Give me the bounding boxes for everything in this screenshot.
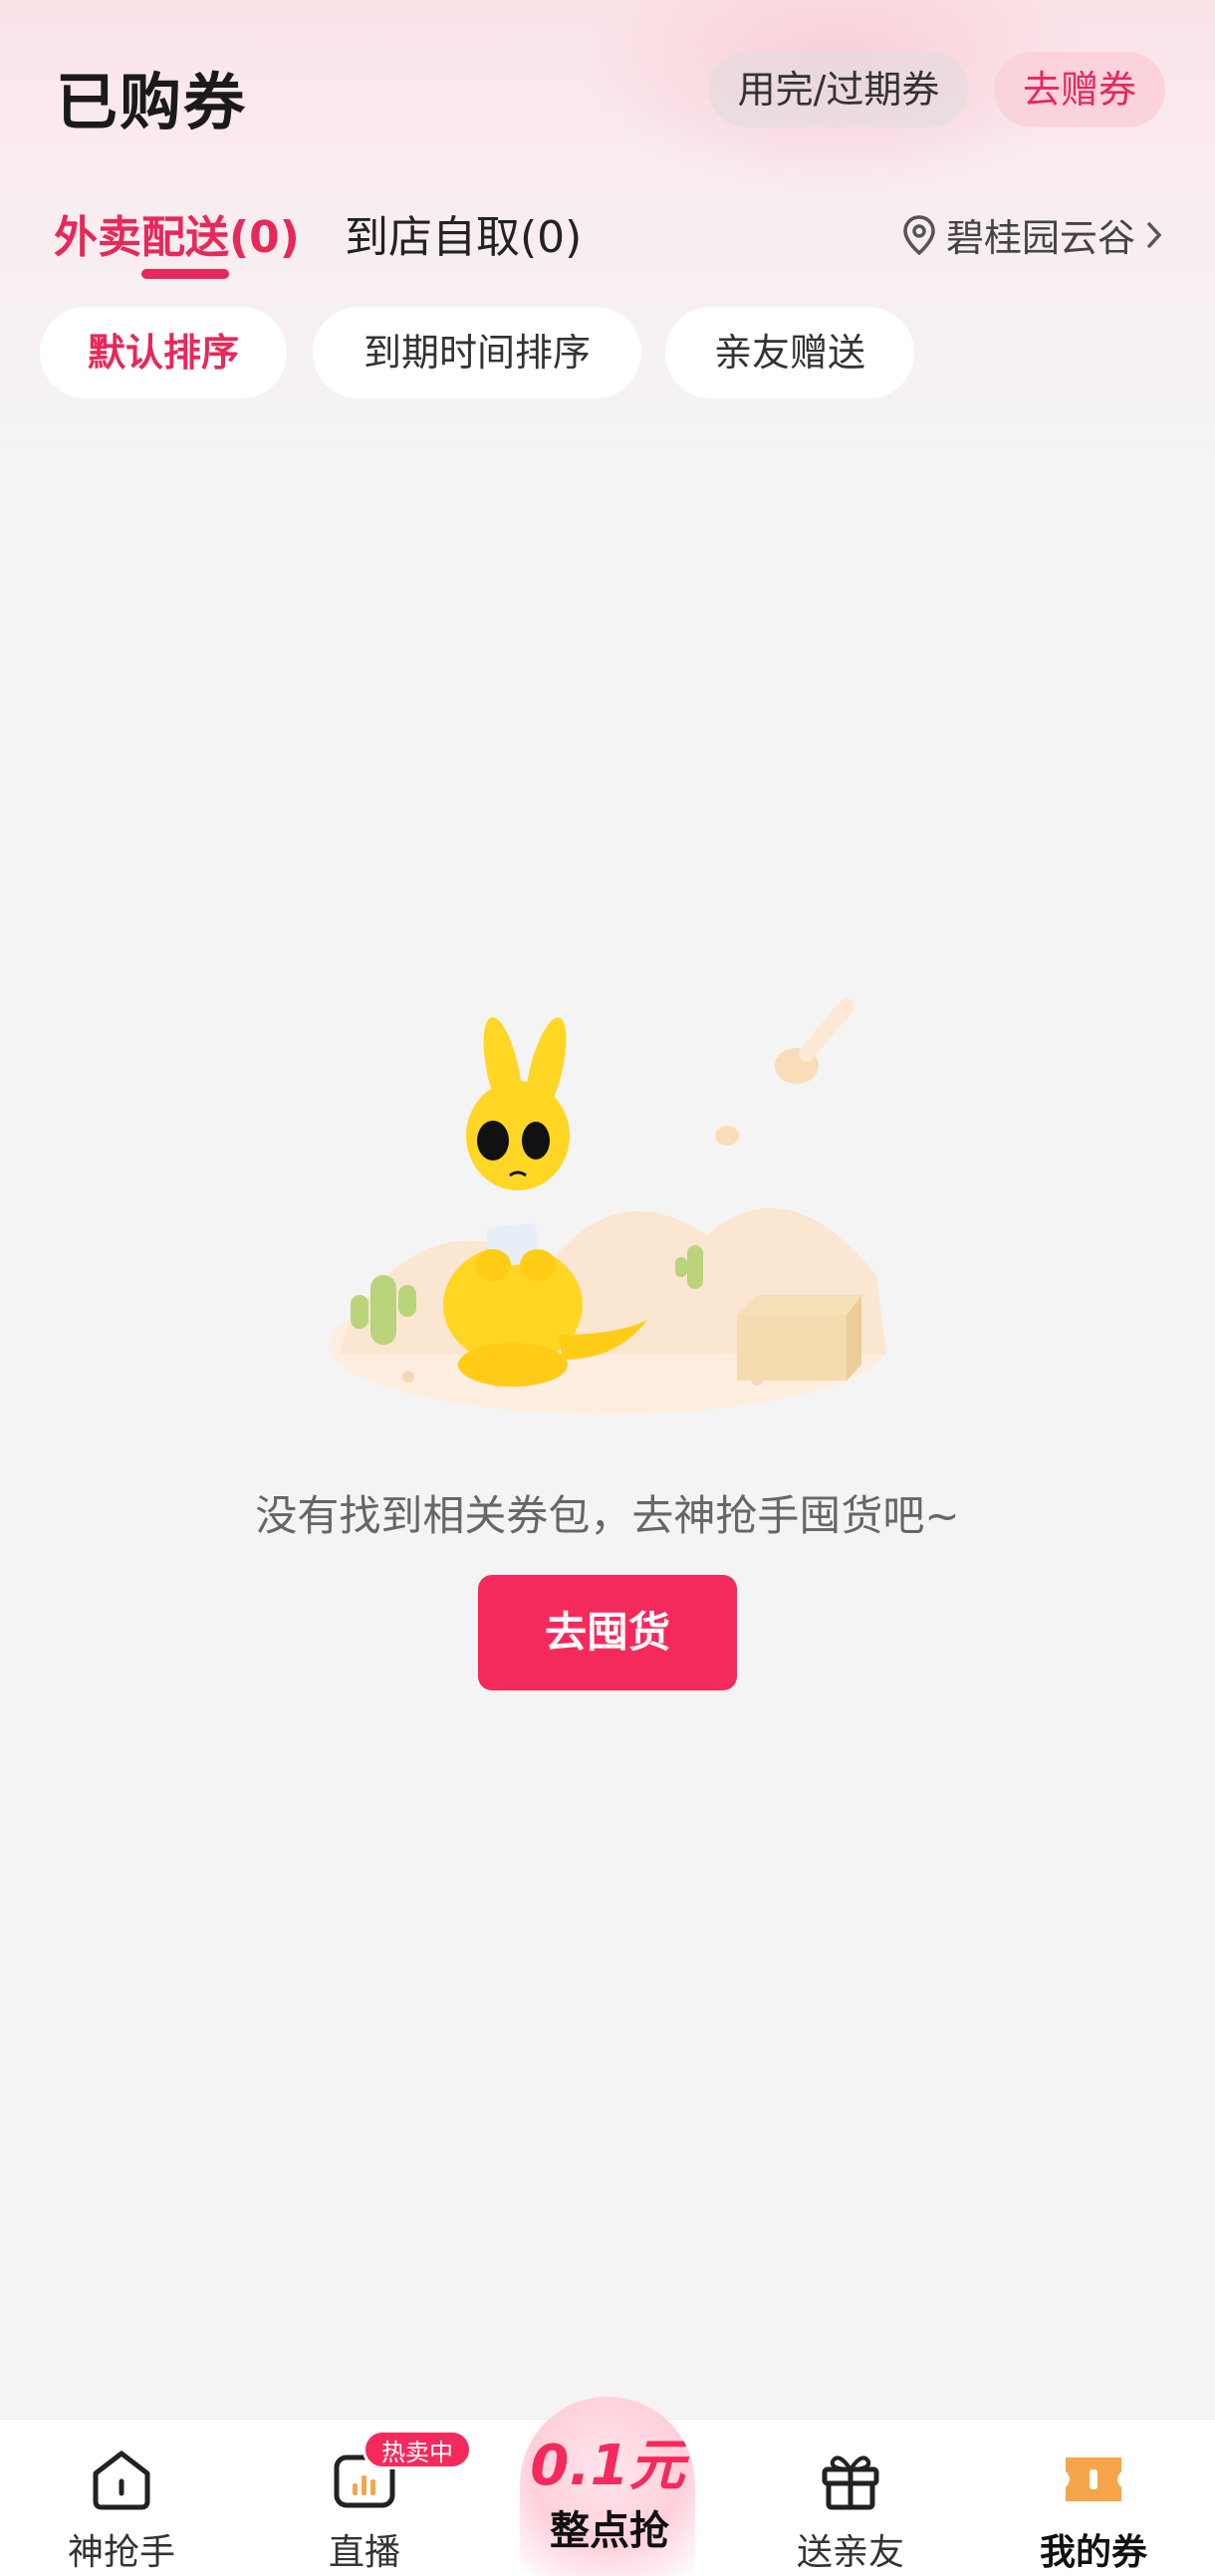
nav-item-my-coupons[interactable]: 我的券: [994, 2420, 1193, 2576]
home-icon: [93, 2450, 150, 2510]
promo-price: 0.1元: [530, 2434, 685, 2498]
tab-delivery[interactable]: 外卖配送(0): [54, 201, 300, 265]
location-pin-icon: [903, 214, 935, 255]
empty-kangaroo-illustration: [329, 998, 886, 1415]
expired-coupons-button[interactable]: 用完/过期券: [709, 52, 968, 128]
nav-label-live: 直播: [328, 2532, 400, 2573]
nav-item-live[interactable]: 热卖中 直播: [265, 2420, 472, 2576]
promo-subtitle: 整点抢: [550, 2508, 669, 2554]
coupon-icon: [1066, 2457, 1121, 2501]
chevron-right-icon: [1147, 221, 1162, 248]
go-stock-up-button[interactable]: 去囤货: [478, 1575, 737, 1690]
empty-message: 没有找到相关券包，去神抢手囤货吧~: [255, 1491, 960, 1540]
page-title: 已购券: [56, 66, 248, 138]
sort-filters: 默认排序 到期时间排序 亲友赠送: [0, 305, 1215, 404]
coupon-tabs: 外卖配送(0) 到店自取(0) 碧桂园云谷: [0, 189, 1215, 289]
empty-state: 没有找到相关券包，去神抢手囤货吧~ 去囤货: [0, 976, 1215, 1733]
nav-label-home: 神抢手: [67, 2532, 175, 2573]
nav-item-gift[interactable]: 送亲友: [751, 2420, 950, 2576]
gift-coupon-button[interactable]: 去赠券: [994, 52, 1165, 128]
tab-pickup[interactable]: 到店自取(0): [345, 201, 582, 265]
location-name: 碧桂园云谷: [945, 216, 1135, 260]
active-tab-indicator: [141, 269, 229, 279]
sort-expiry-chip[interactable]: 到期时间排序: [313, 307, 641, 398]
hot-sale-badge: 热卖中: [363, 2430, 472, 2469]
location-selector[interactable]: 碧桂园云谷: [902, 207, 1163, 262]
nav-label-gift: 送亲友: [796, 2532, 904, 2573]
friends-gift-chip[interactable]: 亲友赠送: [665, 307, 914, 398]
nav-item-home[interactable]: 神抢手: [22, 2420, 221, 2576]
flash-sale-promo-button[interactable]: 0.1元 整点抢: [520, 2397, 695, 2576]
nav-label-my-coupons: 我的券: [1039, 2532, 1147, 2573]
gift-icon: [822, 2455, 879, 2510]
header: 已购券 用完/过期券 去赠券: [0, 0, 1215, 179]
sort-default-chip[interactable]: 默认排序: [40, 307, 287, 398]
